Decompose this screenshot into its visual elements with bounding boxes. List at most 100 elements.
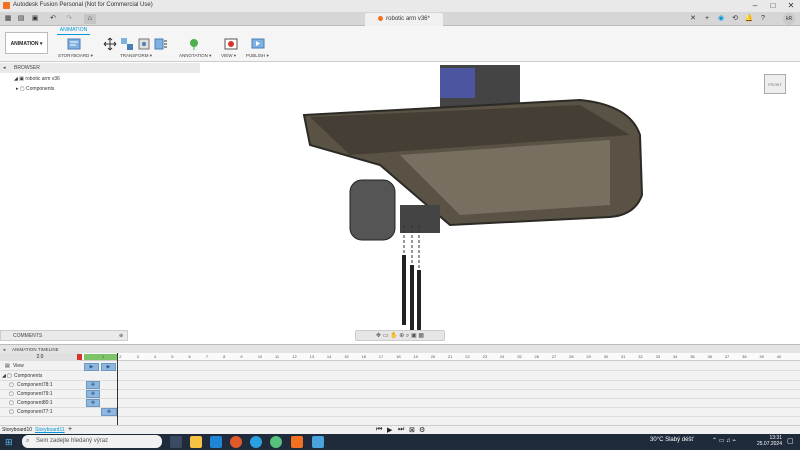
notification-center-icon[interactable]: ▢ [787,437,794,445]
ruler-tick-label: 36 [707,354,712,359]
zoom-window-icon[interactable]: ⌕ [406,333,409,339]
publish-group[interactable]: PUBLISH ▾ [246,53,269,59]
view-record-icon[interactable] [224,37,238,51]
current-time-field[interactable]: 2.0 [0,353,80,361]
grid-settings-icon[interactable]: ▦ [418,333,424,339]
gripper-mount [400,205,440,233]
app-menu-icon[interactable]: ▦ [3,14,13,24]
collapse-browser-icon[interactable]: ◂ [3,63,6,73]
extensions-icon[interactable]: ◉ [716,14,726,24]
ruler-tick-label: 13 [309,354,315,359]
mail-icon[interactable] [210,436,222,448]
timeline-row[interactable]: ▢ Component78:1 [0,381,800,390]
edge-icon[interactable] [250,436,262,448]
comments-panel[interactable]: COMMENTS ⊕ [0,330,128,341]
timeline-row[interactable]: ▢ Component77:1 [0,408,800,417]
component80-keyframe[interactable]: ✥ [86,399,100,407]
display-settings-icon[interactable]: ▣ [411,333,417,339]
add-storyboard-button[interactable]: + [68,426,72,433]
navigation-bar: ✥ ▭ ✋ ⊕ ⌕ ▣ ▦ [355,330,445,341]
transform-move-icon[interactable] [103,37,117,51]
transform-group[interactable]: TRANSFORM ▾ [120,53,152,59]
notifications-icon[interactable]: 🔔 [744,14,754,24]
expand-icon[interactable]: ◢ [2,373,6,379]
storyboard-tab-active[interactable]: Storyboard11 [35,427,65,433]
viewcube[interactable]: FRONT [764,74,786,94]
opera-icon[interactable] [230,436,242,448]
fusion-logo-icon [3,2,10,9]
taskbar-search[interactable]: ⌕ Sem zadejte hledaný výraz [22,435,162,448]
save-icon[interactable]: ▣ [30,14,40,24]
chrome-icon[interactable] [270,436,282,448]
weather-widget[interactable]: 30°C Slabý déšť [650,437,694,443]
timeline-row[interactable]: ▢ Component80:1 [0,399,800,408]
annotation-group[interactable]: ANNOTATION ▾ [179,53,211,59]
view-group[interactable]: VIEW ▾ [221,53,236,59]
zoom-icon[interactable]: ⊕ [399,333,404,339]
orbit-icon[interactable]: ✥ [376,333,381,339]
document-icon [378,15,384,21]
view-keyframe-2[interactable]: ▶ [101,363,116,371]
timeline-settings-icon[interactable]: ⚙ [419,426,425,434]
model-viewport[interactable] [290,55,660,335]
view-keyframe-1[interactable]: ▶ [84,363,99,371]
tab-animation[interactable]: ANIMATION [57,27,90,35]
loop-icon[interactable]: ⊠ [409,426,415,434]
look-at-icon[interactable]: ▭ [383,333,389,339]
component78-keyframe[interactable]: ✥ [86,381,100,389]
component79-keyframe[interactable]: ✥ [86,390,100,398]
avatar[interactable]: kR [783,13,795,25]
workspace-switcher[interactable]: ANIMATION ▾ [5,32,48,54]
app-taskbar-icon[interactable] [312,436,324,448]
file-menu-icon[interactable]: ▤ [16,14,26,24]
new-tab-icon[interactable]: + [702,14,712,24]
transform-components-icon[interactable] [120,37,134,51]
maximize-button[interactable]: □ [764,0,782,12]
storyboard-group[interactable]: STORYBOARD ▾ [58,53,93,59]
pan-icon[interactable]: ✋ [390,333,397,339]
timeline-row[interactable]: ◢ ▢ Components [0,372,800,381]
home-icon[interactable]: ⌂ [84,14,96,24]
ruler-tick-label: 9 [240,354,243,359]
explode-icon[interactable] [137,37,151,51]
minimize-button[interactable]: – [746,0,764,12]
close-button[interactable]: ✕ [782,0,800,12]
next-keyframe-icon[interactable]: ⏭ [398,426,404,434]
file-explorer-icon[interactable] [190,436,202,448]
windows-start-icon[interactable]: ⊞ [5,437,13,448]
timeline-row-label: Component79:1 [17,391,53,397]
browser-header[interactable]: ◂ BROWSER [0,63,200,73]
system-tray-icons[interactable]: ⌃ ▭ ♫ ⌁ [712,437,736,444]
playhead-start-marker[interactable] [77,354,82,360]
publish-video-icon[interactable] [251,37,265,51]
task-view-icon[interactable] [170,436,182,448]
add-comment-icon[interactable]: ⊕ [119,331,123,341]
close-tab-icon[interactable]: ✕ [688,14,698,24]
storyboard-tab[interactable]: Storyboard10 [2,427,32,433]
annotation-callout-icon[interactable] [187,37,201,51]
playback-range[interactable] [84,354,118,360]
clock[interactable]: 13:31 25.07.2024 [752,435,782,447]
timeline-header[interactable]: ◂ ANIMATION TIMELINE [0,344,800,353]
browser-root-item[interactable]: ◢ ▣ robotic arm v36 [14,76,60,82]
component77-keyframe[interactable]: ✥ [101,408,117,416]
help-icon[interactable]: ? [758,14,768,24]
auto-explode-icon[interactable] [154,37,168,51]
redo-icon[interactable]: ↷ [64,14,74,24]
undo-icon[interactable]: ↶ [48,14,58,24]
previous-keyframe-icon[interactable]: ⏮ [376,426,382,434]
new-storyboard-icon[interactable] [67,37,81,51]
timeline-row[interactable]: ▢ Component79:1 [0,390,800,399]
ruler-tick-label: 22 [465,354,470,359]
playhead[interactable] [117,353,118,425]
ruler-tick-label: 31 [621,354,626,359]
document-tab[interactable]: robotic arm v36* [365,13,443,26]
browser-components-item[interactable]: ▸ ▢ Components [16,86,54,92]
ruler-tick-label: 23 [482,354,488,359]
play-button[interactable]: ▶ [387,426,392,434]
ruler-tick-label: 19 [413,354,418,359]
ruler-tick-label: 20 [430,354,436,359]
fusion-taskbar-icon[interactable] [291,436,303,448]
jobs-icon[interactable]: ⟲ [730,14,740,24]
timeline-row[interactable]: ▤ View [0,362,800,371]
